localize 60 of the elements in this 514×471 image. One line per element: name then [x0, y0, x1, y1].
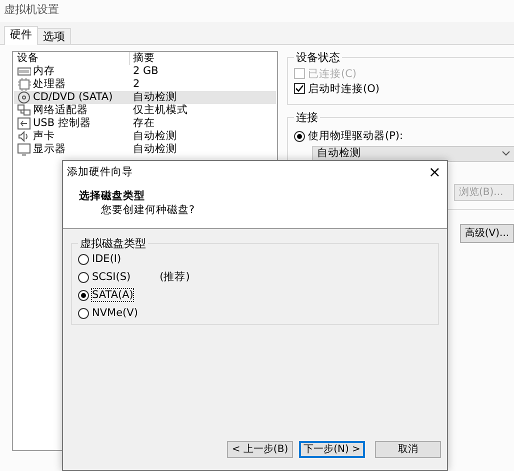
- device-summary: 仅主机模式: [132, 104, 188, 117]
- column-header[interactable]: 摘要: [130, 52, 155, 65]
- device-row[interactable]: 网络适配器 仅主机模式: [14, 104, 276, 118]
- radio-label: SATA(A): [92, 288, 134, 302]
- device-name: USB 控制器: [33, 117, 91, 130]
- close-button[interactable]: ×: [428, 163, 441, 181]
- radio-label: NVMe(V): [92, 306, 138, 320]
- radio-button[interactable]: [78, 290, 89, 301]
- radio-button[interactable]: [294, 130, 305, 142]
- tab[interactable]: 选项: [37, 28, 71, 44]
- wizard-subheading: 您要创建何种磁盘?: [100, 204, 196, 216]
- wizard-heading: 选择磁盘类型: [79, 190, 146, 203]
- checkbox-label: 启动时连接(O): [308, 82, 380, 96]
- radio-label: 使用物理驱动器(P):: [308, 130, 404, 142]
- usb-icon: [17, 117, 31, 130]
- checkbox-label: 已连接(C): [308, 68, 357, 80]
- group-title: 虚拟磁盘类型: [79, 237, 147, 250]
- checkbox[interactable]: [294, 83, 305, 94]
- chevron-icon: [502, 151, 510, 156]
- device-summary: 自动检测: [132, 91, 177, 104]
- device-name: 处理器: [33, 78, 66, 91]
- radio-label: IDE(I): [92, 252, 122, 266]
- device-summary: 自动检测: [132, 143, 177, 156]
- column-header[interactable]: 设备: [14, 52, 130, 66]
- device-row[interactable]: CD/DVD (SATA) 自动检测: [14, 91, 276, 104]
- disc-icon: [17, 91, 31, 104]
- wizard-button[interactable]: < 上一步(B): [227, 441, 293, 458]
- drive-dropdown[interactable]: 自动检测: [312, 146, 514, 162]
- radio-label: SCSI(S): [92, 270, 131, 284]
- device-name: 显示器: [33, 143, 66, 156]
- wizard-button[interactable]: 取消: [375, 441, 441, 458]
- device-summary: 存在: [132, 117, 155, 130]
- group-title: 设备状态: [295, 51, 341, 64]
- device-name: 内存: [33, 65, 55, 78]
- device-summary: 2 GB: [132, 65, 158, 78]
- tab[interactable]: 硬件: [4, 26, 38, 46]
- device-row[interactable]: 处理器 2: [14, 78, 276, 92]
- monitor-icon: [17, 143, 31, 156]
- device-name: 声卡: [33, 130, 55, 143]
- dialog-title: 添加硬件向导: [67, 166, 133, 178]
- window-title: 虚拟机设置: [3, 2, 60, 18]
- device-row[interactable]: 内存 2 GB: [14, 65, 276, 78]
- device-name: CD/DVD (SATA): [33, 91, 113, 104]
- device-row[interactable]: 显示器 自动检测: [14, 143, 276, 156]
- dropdown-value: 自动检测: [317, 147, 361, 160]
- radio-button[interactable]: [78, 308, 89, 319]
- wizard-button[interactable]: 下一步(N) >: [299, 441, 365, 458]
- device-row[interactable]: USB 控制器 存在: [14, 117, 276, 130]
- group-title: 连接: [295, 111, 319, 125]
- memory-icon: [17, 65, 31, 78]
- chip-icon: [17, 78, 31, 92]
- radio-button[interactable]: [78, 272, 89, 283]
- advanced-button[interactable]: 高级(V)...: [460, 224, 514, 243]
- recommended-note: (推荐): [160, 270, 190, 284]
- device-row[interactable]: 声卡 自动检测: [14, 130, 276, 144]
- radio-button[interactable]: [78, 254, 89, 265]
- device-summary: 自动检测: [132, 130, 177, 143]
- device-name: 网络适配器: [33, 104, 88, 117]
- device-summary: 2: [132, 78, 140, 91]
- network-icon: [17, 104, 31, 118]
